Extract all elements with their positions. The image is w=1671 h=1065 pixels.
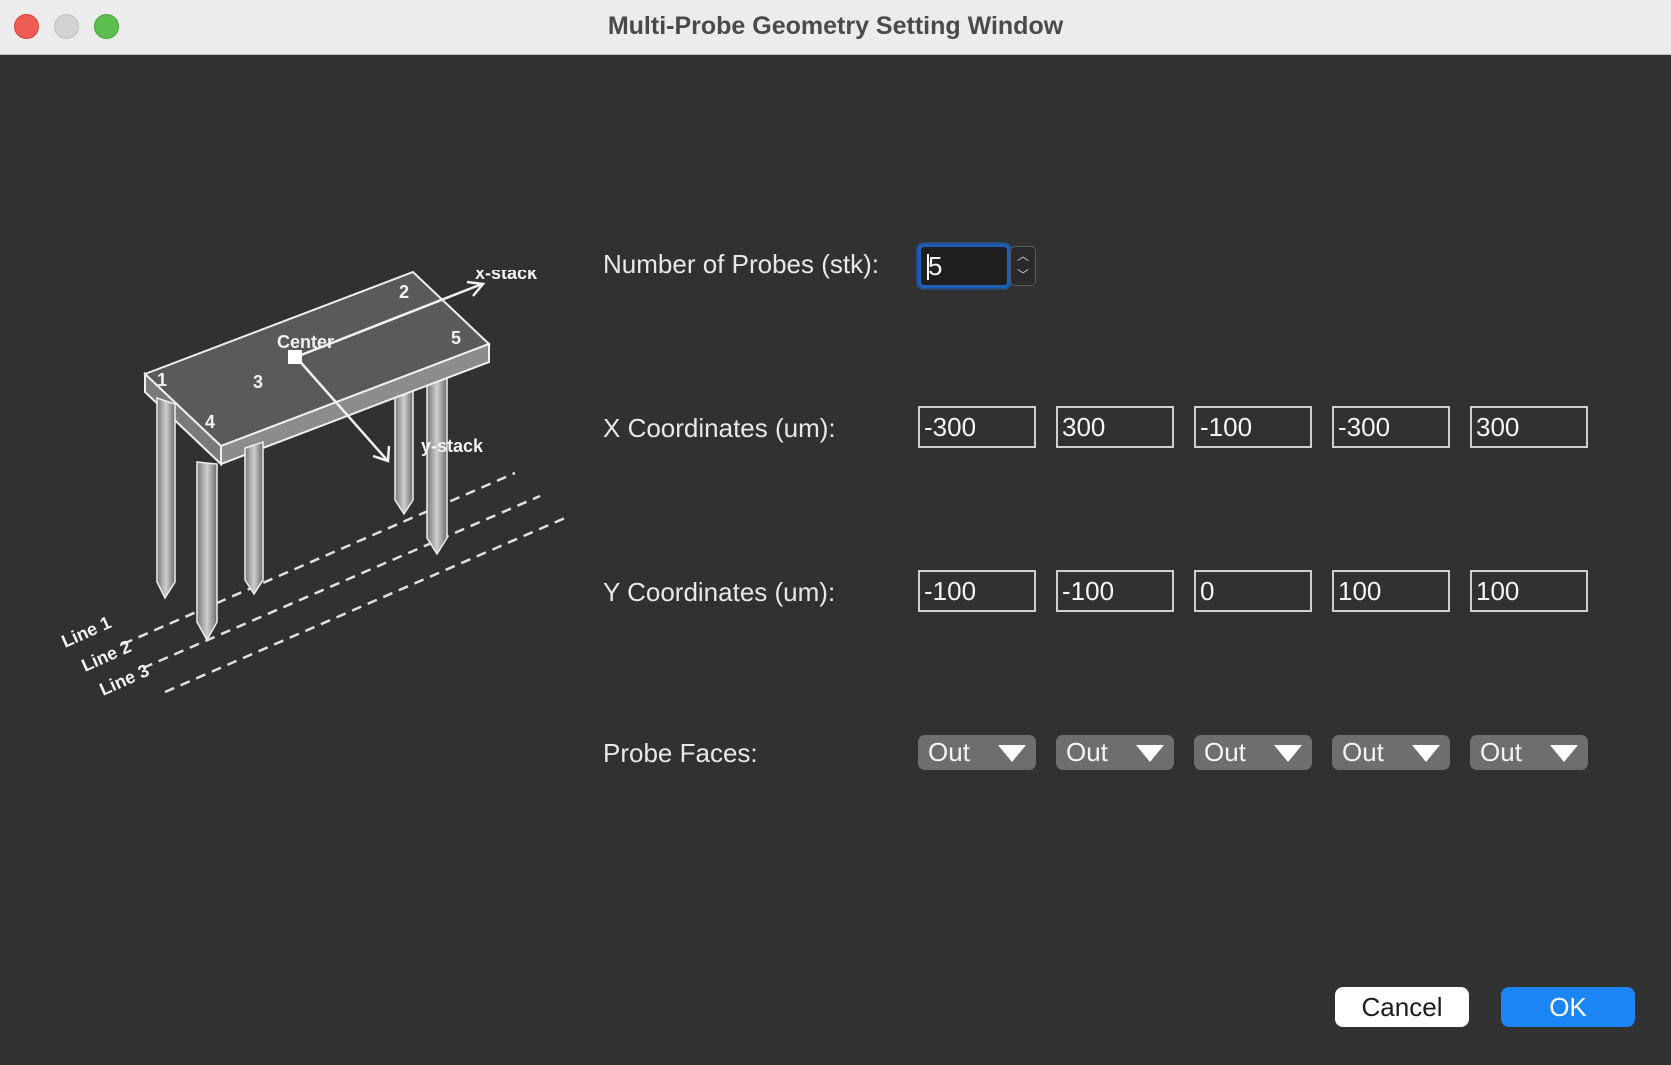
y-coordinate-field-4[interactable]: 100 [1332,570,1450,612]
probe-face-value: Out [1066,737,1108,767]
dialog-window: Multi-Probe Geometry Setting Window x-st… [0,0,1671,1065]
probe-face-value: Out [928,737,970,767]
probe-face-select-3[interactable]: Out [1194,735,1312,770]
x-coordinate-field-4[interactable]: -300 [1332,406,1450,448]
x-coordinate-field-3[interactable]: -100 [1194,406,1312,448]
probe-face-value: Out [1480,737,1522,767]
probe-face-select-4[interactable]: Out [1332,735,1450,770]
num-probes-stepper[interactable]: ︿ ﹀ [1010,246,1036,286]
probe-leg [426,364,448,556]
probe-number-5: 5 [451,328,461,348]
probe-leg [394,380,414,516]
probe-number-2: 2 [399,282,409,302]
probe-leg [196,461,218,642]
probe-number-1: 1 [157,370,167,390]
num-probes-input[interactable]: 5 [918,244,1010,288]
y-coordinate-field-3[interactable]: 0 [1194,570,1312,612]
probe-face-select-5[interactable]: Out [1470,735,1588,770]
triangle-down-icon [1136,745,1164,762]
x-coordinate-field-5[interactable]: 300 [1470,406,1588,448]
text-caret [927,254,929,280]
probe-faces-label: Probe Faces: [603,738,758,768]
chevron-up-icon[interactable]: ︿ [1011,247,1035,266]
chevron-down-icon[interactable]: ﹀ [1011,266,1035,285]
probe-face-value: Out [1342,737,1384,767]
center-label: Center [277,332,334,352]
triangle-down-icon [998,745,1026,762]
probe-leg [244,440,264,596]
center-marker [288,350,302,364]
y-stack-label: y-stack [421,436,484,456]
num-probes-label: Number of Probes (stk): [603,249,879,279]
num-probes-value: 5 [928,251,943,281]
y-coordinates-label: Y Coordinates (um): [603,577,836,607]
probe-face-select-2[interactable]: Out [1056,735,1174,770]
probe-number-4: 4 [205,412,215,432]
cancel-button[interactable]: Cancel [1335,987,1469,1027]
probe-number-3: 3 [253,372,263,392]
title-bar: Multi-Probe Geometry Setting Window [0,0,1671,55]
ok-button[interactable]: OK [1501,987,1635,1027]
triangle-down-icon [1550,745,1578,762]
line-dashes [122,471,566,694]
x-coordinates-label: X Coordinates (um): [603,413,836,443]
x-coordinate-field-1[interactable]: -300 [918,406,1036,448]
y-coordinate-field-1[interactable]: -100 [918,570,1036,612]
probe-face-select-1[interactable]: Out [918,735,1036,770]
probe-geometry-diagram: x-stack y-stack Center 1 2 3 4 5 Line 1 … [58,270,566,700]
triangle-down-icon [1412,745,1440,762]
y-coordinate-field-5[interactable]: 100 [1470,570,1588,612]
x-stack-label: x-stack [475,270,538,283]
window-title: Multi-Probe Geometry Setting Window [607,12,1064,40]
probe-leg [156,396,176,600]
probe-face-value: Out [1204,737,1246,767]
triangle-down-icon [1274,745,1302,762]
y-coordinate-field-2[interactable]: -100 [1056,570,1174,612]
x-coordinate-field-2[interactable]: 300 [1056,406,1174,448]
